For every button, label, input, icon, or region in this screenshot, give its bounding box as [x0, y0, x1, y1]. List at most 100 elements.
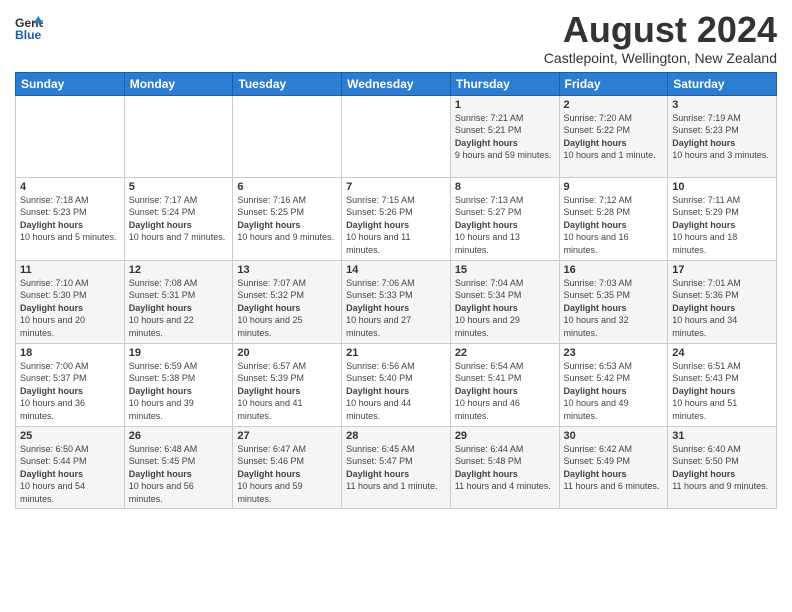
day-number: 4	[20, 181, 120, 193]
day-number: 31	[672, 430, 772, 442]
table-row: 25 Sunrise: 6:50 AM Sunset: 5:44 PM Dayl…	[16, 426, 125, 509]
day-number: 7	[346, 181, 446, 193]
day-detail: Sunrise: 6:44 AM Sunset: 5:48 PM Dayligh…	[455, 444, 551, 492]
table-row: 17 Sunrise: 7:01 AM Sunset: 5:36 PM Dayl…	[668, 260, 777, 343]
table-row: 8 Sunrise: 7:13 AM Sunset: 5:27 PM Dayli…	[450, 177, 559, 260]
day-detail: Sunrise: 7:17 AM Sunset: 5:24 PM Dayligh…	[129, 195, 226, 243]
logo: General Blue	[15, 14, 45, 42]
page-header: General Blue August 2024 Castlepoint, We…	[15, 10, 777, 66]
day-detail: Sunrise: 7:00 AM Sunset: 5:37 PM Dayligh…	[20, 361, 89, 421]
col-thursday: Thursday	[450, 72, 559, 95]
day-number: 14	[346, 264, 446, 276]
table-row: 12 Sunrise: 7:08 AM Sunset: 5:31 PM Dayl…	[124, 260, 233, 343]
col-saturday: Saturday	[668, 72, 777, 95]
day-detail: Sunrise: 6:53 AM Sunset: 5:42 PM Dayligh…	[564, 361, 633, 421]
table-row: 11 Sunrise: 7:10 AM Sunset: 5:30 PM Dayl…	[16, 260, 125, 343]
table-row: 10 Sunrise: 7:11 AM Sunset: 5:29 PM Dayl…	[668, 177, 777, 260]
table-row: 27 Sunrise: 6:47 AM Sunset: 5:46 PM Dayl…	[233, 426, 342, 509]
day-detail: Sunrise: 7:03 AM Sunset: 5:35 PM Dayligh…	[564, 278, 633, 338]
day-detail: Sunrise: 7:12 AM Sunset: 5:28 PM Dayligh…	[564, 195, 633, 255]
table-row: 9 Sunrise: 7:12 AM Sunset: 5:28 PM Dayli…	[559, 177, 668, 260]
day-detail: Sunrise: 6:54 AM Sunset: 5:41 PM Dayligh…	[455, 361, 524, 421]
day-number: 11	[20, 264, 120, 276]
day-number: 29	[455, 430, 555, 442]
table-row: 18 Sunrise: 7:00 AM Sunset: 5:37 PM Dayl…	[16, 343, 125, 426]
table-row: 20 Sunrise: 6:57 AM Sunset: 5:39 PM Dayl…	[233, 343, 342, 426]
day-detail: Sunrise: 7:04 AM Sunset: 5:34 PM Dayligh…	[455, 278, 524, 338]
table-row	[16, 95, 125, 177]
day-number: 28	[346, 430, 446, 442]
col-friday: Friday	[559, 72, 668, 95]
day-number: 27	[237, 430, 337, 442]
day-number: 19	[129, 347, 229, 359]
day-number: 26	[129, 430, 229, 442]
day-number: 9	[564, 181, 664, 193]
day-detail: Sunrise: 6:57 AM Sunset: 5:39 PM Dayligh…	[237, 361, 306, 421]
day-number: 20	[237, 347, 337, 359]
table-row: 29 Sunrise: 6:44 AM Sunset: 5:48 PM Dayl…	[450, 426, 559, 509]
day-number: 18	[20, 347, 120, 359]
table-row	[342, 95, 451, 177]
day-number: 2	[564, 99, 664, 111]
table-row: 2 Sunrise: 7:20 AM Sunset: 5:22 PM Dayli…	[559, 95, 668, 177]
table-row: 7 Sunrise: 7:15 AM Sunset: 5:26 PM Dayli…	[342, 177, 451, 260]
day-number: 22	[455, 347, 555, 359]
day-number: 10	[672, 181, 772, 193]
day-detail: Sunrise: 7:13 AM Sunset: 5:27 PM Dayligh…	[455, 195, 524, 255]
day-number: 8	[455, 181, 555, 193]
table-row: 30 Sunrise: 6:42 AM Sunset: 5:49 PM Dayl…	[559, 426, 668, 509]
day-number: 25	[20, 430, 120, 442]
day-detail: Sunrise: 6:59 AM Sunset: 5:38 PM Dayligh…	[129, 361, 198, 421]
day-number: 13	[237, 264, 337, 276]
svg-text:Blue: Blue	[15, 28, 42, 42]
month-title: August 2024	[544, 10, 777, 50]
day-detail: Sunrise: 6:40 AM Sunset: 5:50 PM Dayligh…	[672, 444, 768, 492]
day-number: 23	[564, 347, 664, 359]
table-row: 1 Sunrise: 7:21 AM Sunset: 5:21 PM Dayli…	[450, 95, 559, 177]
table-row: 5 Sunrise: 7:17 AM Sunset: 5:24 PM Dayli…	[124, 177, 233, 260]
day-detail: Sunrise: 7:21 AM Sunset: 5:21 PM Dayligh…	[455, 113, 552, 161]
day-number: 21	[346, 347, 446, 359]
day-number: 17	[672, 264, 772, 276]
day-detail: Sunrise: 7:01 AM Sunset: 5:36 PM Dayligh…	[672, 278, 741, 338]
table-row: 22 Sunrise: 6:54 AM Sunset: 5:41 PM Dayl…	[450, 343, 559, 426]
table-row: 6 Sunrise: 7:16 AM Sunset: 5:25 PM Dayli…	[233, 177, 342, 260]
day-number: 30	[564, 430, 664, 442]
day-number: 1	[455, 99, 555, 111]
day-detail: Sunrise: 6:50 AM Sunset: 5:44 PM Dayligh…	[20, 444, 89, 504]
table-row: 4 Sunrise: 7:18 AM Sunset: 5:23 PM Dayli…	[16, 177, 125, 260]
day-number: 24	[672, 347, 772, 359]
table-row: 16 Sunrise: 7:03 AM Sunset: 5:35 PM Dayl…	[559, 260, 668, 343]
table-row: 31 Sunrise: 6:40 AM Sunset: 5:50 PM Dayl…	[668, 426, 777, 509]
day-number: 15	[455, 264, 555, 276]
day-detail: Sunrise: 6:51 AM Sunset: 5:43 PM Dayligh…	[672, 361, 741, 421]
day-detail: Sunrise: 6:56 AM Sunset: 5:40 PM Dayligh…	[346, 361, 415, 421]
day-number: 12	[129, 264, 229, 276]
day-detail: Sunrise: 6:45 AM Sunset: 5:47 PM Dayligh…	[346, 444, 437, 492]
day-detail: Sunrise: 7:15 AM Sunset: 5:26 PM Dayligh…	[346, 195, 415, 255]
day-detail: Sunrise: 6:42 AM Sunset: 5:49 PM Dayligh…	[564, 444, 660, 492]
table-row: 15 Sunrise: 7:04 AM Sunset: 5:34 PM Dayl…	[450, 260, 559, 343]
day-detail: Sunrise: 7:06 AM Sunset: 5:33 PM Dayligh…	[346, 278, 415, 338]
col-tuesday: Tuesday	[233, 72, 342, 95]
col-sunday: Sunday	[16, 72, 125, 95]
table-row	[124, 95, 233, 177]
day-detail: Sunrise: 7:11 AM Sunset: 5:29 PM Dayligh…	[672, 195, 740, 255]
calendar: Sunday Monday Tuesday Wednesday Thursday…	[15, 72, 777, 510]
table-row: 26 Sunrise: 6:48 AM Sunset: 5:45 PM Dayl…	[124, 426, 233, 509]
day-number: 3	[672, 99, 772, 111]
table-row: 21 Sunrise: 6:56 AM Sunset: 5:40 PM Dayl…	[342, 343, 451, 426]
day-detail: Sunrise: 7:08 AM Sunset: 5:31 PM Dayligh…	[129, 278, 198, 338]
col-monday: Monday	[124, 72, 233, 95]
day-detail: Sunrise: 7:20 AM Sunset: 5:22 PM Dayligh…	[564, 113, 656, 161]
table-row: 28 Sunrise: 6:45 AM Sunset: 5:47 PM Dayl…	[342, 426, 451, 509]
table-row: 3 Sunrise: 7:19 AM Sunset: 5:23 PM Dayli…	[668, 95, 777, 177]
table-row: 19 Sunrise: 6:59 AM Sunset: 5:38 PM Dayl…	[124, 343, 233, 426]
day-detail: Sunrise: 6:48 AM Sunset: 5:45 PM Dayligh…	[129, 444, 198, 504]
day-detail: Sunrise: 7:10 AM Sunset: 5:30 PM Dayligh…	[20, 278, 89, 338]
location: Castlepoint, Wellington, New Zealand	[544, 50, 777, 66]
day-detail: Sunrise: 7:07 AM Sunset: 5:32 PM Dayligh…	[237, 278, 306, 338]
title-block: August 2024 Castlepoint, Wellington, New…	[544, 10, 777, 66]
day-detail: Sunrise: 6:47 AM Sunset: 5:46 PM Dayligh…	[237, 444, 306, 504]
day-detail: Sunrise: 7:16 AM Sunset: 5:25 PM Dayligh…	[237, 195, 334, 243]
